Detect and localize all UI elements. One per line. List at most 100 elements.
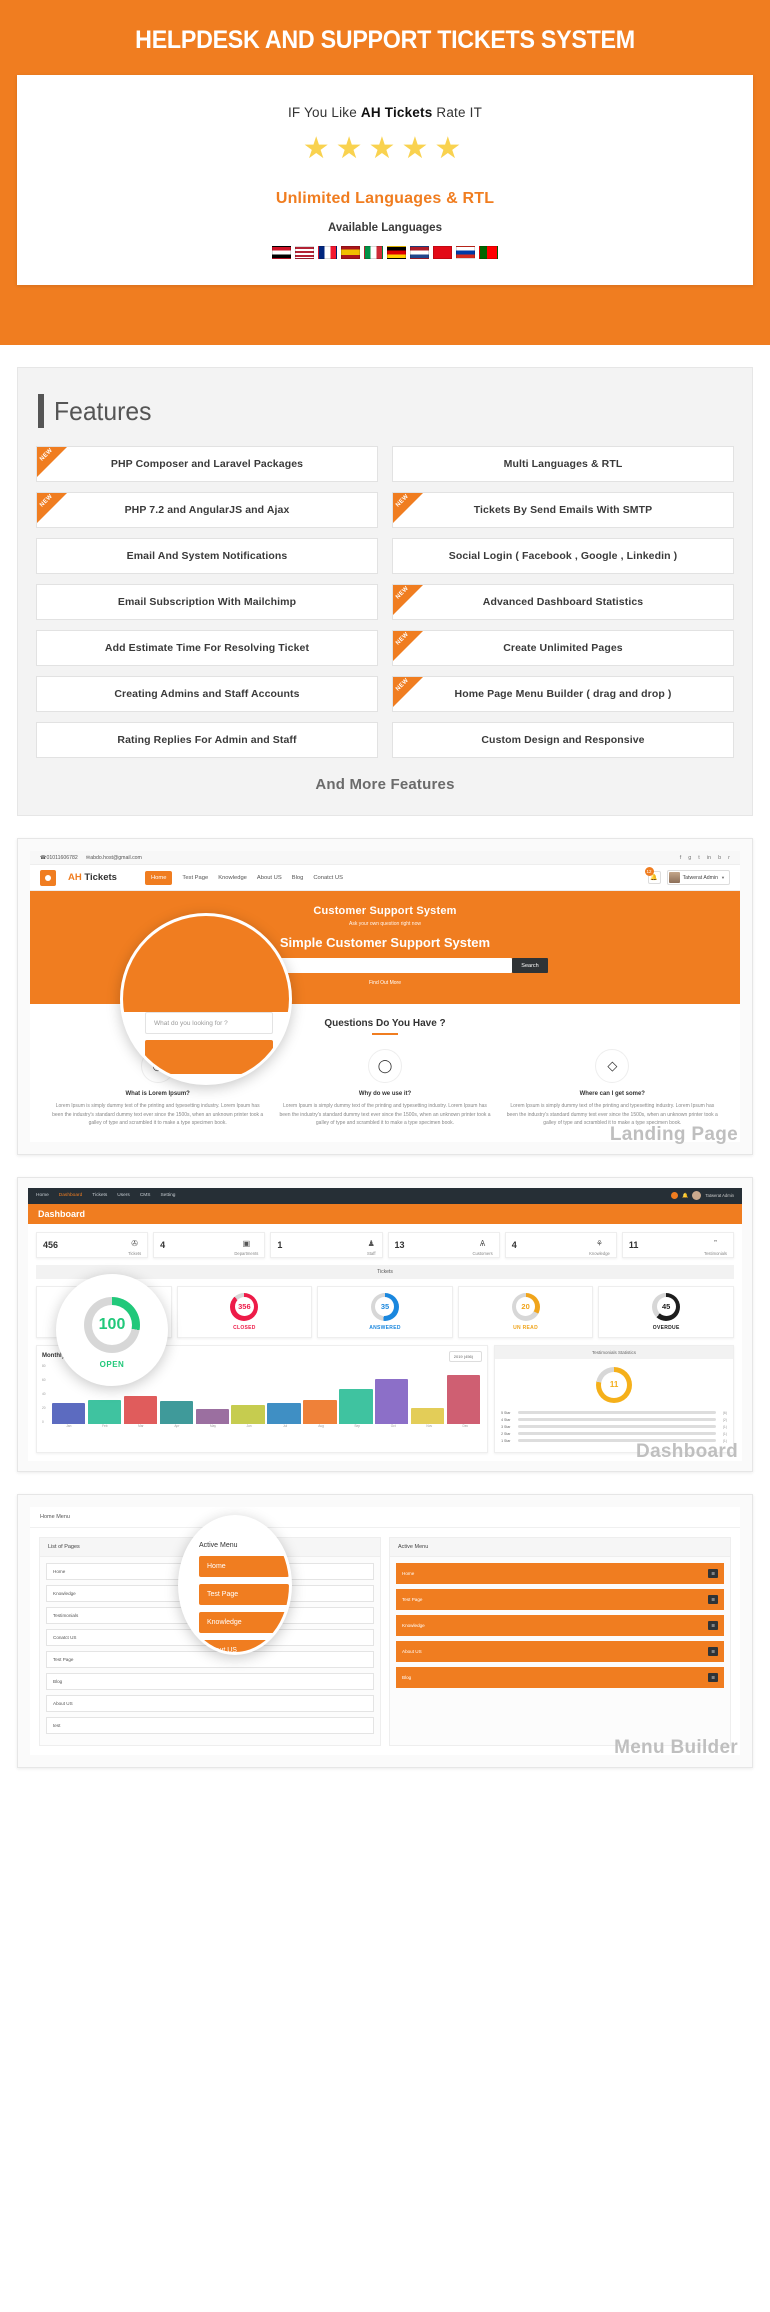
active-menu-item[interactable]: Test Page ☰ xyxy=(396,1588,724,1610)
social-icons[interactable]: f g t in b r xyxy=(680,855,730,861)
nav-item-knowledge[interactable]: Knowledge xyxy=(218,875,247,881)
active-menu-item[interactable]: Blog ☰ xyxy=(396,1666,724,1688)
brand-name: AH Tickets xyxy=(68,872,117,883)
drag-handle-icon[interactable]: ☰ xyxy=(708,1620,718,1630)
faq-card-title: Where can I get some? xyxy=(579,1091,645,1097)
drag-handle-icon[interactable]: ☰ xyxy=(708,1672,718,1682)
magnified-menu-item[interactable]: Home xyxy=(199,1555,289,1577)
dashboard-nav-tickets[interactable]: Tickets xyxy=(92,1193,107,1198)
star-icon[interactable]: ★ xyxy=(369,132,402,165)
feature-label: PHP Composer and Laravel Packages xyxy=(110,458,304,470)
active-menu-item[interactable]: About US ☰ xyxy=(396,1640,724,1662)
star-icon[interactable]: ★ xyxy=(401,132,434,165)
star-row-track xyxy=(518,1431,716,1436)
active-menu-item-label: Home xyxy=(402,1570,415,1576)
star-row-count: (1) xyxy=(722,1431,727,1436)
faq-card-body: Lorem Ipsum is simply dummy text of the … xyxy=(279,1103,491,1126)
landing-menu[interactable]: Home Test Page Knowledge About US Blog Conatc… xyxy=(144,870,343,885)
tickets-icon: ✇ xyxy=(131,1239,138,1248)
page-list-item[interactable]: test xyxy=(46,1716,374,1734)
feature-card: Custom Design and Responsive xyxy=(392,722,734,758)
feature-label: Creating Admins and Staff Accounts xyxy=(114,688,300,700)
star-icon[interactable]: ★ xyxy=(434,132,467,165)
rate-pre-text: IF You Like xyxy=(287,105,361,120)
flag-germany xyxy=(387,246,406,259)
page-list-item[interactable]: Blog xyxy=(46,1672,374,1690)
dashboard-showcase: Home Dashboard Tickets Users CMS Setting 🔔 Ta… xyxy=(17,1176,753,1472)
year-select[interactable]: 2019 (456) xyxy=(448,1350,483,1362)
feature-card: NEW PHP Composer and Laravel Packages xyxy=(36,446,378,482)
stat-value: 4 xyxy=(160,1239,166,1250)
rating-stars[interactable]: ★★★★★ xyxy=(17,134,753,164)
magnified-open-label: OPEN xyxy=(99,1359,125,1369)
star-row-track xyxy=(518,1424,716,1429)
dashboard-navbar[interactable]: Home Dashboard Tickets Users CMS Setting 🔔 Ta… xyxy=(28,1187,742,1204)
star-rating-row: 2 Star (1) xyxy=(501,1432,727,1436)
dashboard-nav-dashboard[interactable]: Dashboard xyxy=(59,1193,82,1198)
star-rating-row: 5 Star (6) xyxy=(501,1411,727,1415)
social-in-icon[interactable]: in xyxy=(707,855,711,861)
chart-x-axis: Jan Feb Mar Apr May Jun Jul Aug Sep Oct Nov Dec xyxy=(42,1424,482,1428)
dashboard-nav-setting[interactable]: Setting xyxy=(160,1193,175,1198)
drag-handle-icon[interactable]: ☰ xyxy=(708,1594,718,1604)
nav-item-home[interactable]: Home xyxy=(144,870,173,885)
status-donut-icon: 35 xyxy=(370,1292,399,1321)
search-button[interactable]: Search xyxy=(512,958,548,973)
dashboard-nav-users[interactable]: Users xyxy=(117,1193,130,1198)
magnified-menu-item[interactable]: Test Page xyxy=(199,1583,289,1605)
star-row-count: (6) xyxy=(722,1410,727,1415)
x-axis-label: Oct xyxy=(390,1423,396,1428)
flag-netherlands xyxy=(410,246,429,259)
nav-item-blog[interactable]: Blog xyxy=(292,875,304,881)
phone-text: ☎01011606782 xyxy=(40,854,78,861)
social-t-icon[interactable]: t xyxy=(698,855,700,861)
active-menu-item[interactable]: Home ☰ xyxy=(396,1562,724,1584)
star-icon[interactable]: ★ xyxy=(336,132,369,165)
username-label: Tatwerat Admin xyxy=(682,874,719,881)
magnified-search-input[interactable]: What do you looking for ? xyxy=(145,1012,273,1034)
flag-turkey xyxy=(433,246,452,259)
active-menu-list[interactable]: Home ☰ Test Page ☰ Knowledge ☰ About US ☰ Blog ☰ xyxy=(390,1557,730,1699)
page-list-item[interactable]: Test Page xyxy=(46,1650,374,1668)
nav-item-conatct-us[interactable]: Conatct US xyxy=(313,875,343,881)
stat-card: 4 ▣ Departments xyxy=(153,1231,266,1258)
staff-icon: ♟ xyxy=(367,1239,375,1248)
chart-bar xyxy=(195,1408,229,1424)
email-text: ✉abdo.host@gmail.com xyxy=(85,854,142,861)
dashboard-bell-icon[interactable]: 🔔 xyxy=(682,1193,688,1199)
active-menu-title: Active Menu xyxy=(390,1537,730,1557)
active-menu-item[interactable]: Knowledge ☰ xyxy=(396,1614,724,1636)
stat-card: 13 Ѧ Customers xyxy=(387,1231,500,1258)
star-icon[interactable]: ★ xyxy=(303,132,336,165)
page-list-item[interactable]: About US xyxy=(46,1694,374,1712)
testimonials-statistics-panel: Testimonials Statistics 11 5 Star (6) 4 St… xyxy=(494,1344,734,1453)
notification-badge: 12 xyxy=(644,867,654,876)
magnifier-orange-block xyxy=(145,1040,273,1074)
dashboard-nav-cms[interactable]: CMS xyxy=(140,1193,151,1198)
x-axis-label: May xyxy=(209,1423,216,1428)
drag-handle-icon[interactable]: ☰ xyxy=(708,1568,718,1578)
landing-navbar: AH Tickets Home Test Page Knowledge About U… xyxy=(30,865,740,891)
faq-card: ◯ Why do we use it? Lorem Ipsum is simply … xyxy=(279,1049,491,1128)
active-menu-column: Active Menu Home ☰ Test Page ☰ Knowledge ☰ Abo… xyxy=(389,1536,731,1746)
status-label: UN READ xyxy=(513,1324,539,1331)
social-f-icon[interactable]: f xyxy=(680,855,682,861)
nav-item-about-us[interactable]: About US xyxy=(257,875,282,881)
feature-card: NEW Home Page Menu Builder ( drag and dro… xyxy=(392,676,734,712)
chart-bar xyxy=(231,1404,265,1424)
notification-bell-icon[interactable]: 🔔 12 xyxy=(644,867,661,884)
nav-item-test-page[interactable]: Test Page xyxy=(182,875,208,881)
dashboard-username: Tatwerat Admin xyxy=(705,1193,734,1198)
magnified-menu-item[interactable]: Knowledge xyxy=(199,1611,289,1633)
menu-builder-head: Home Menu xyxy=(30,1507,740,1528)
user-menu[interactable]: Tatwerat Admin ▼ xyxy=(666,870,730,885)
x-axis-label: Mar xyxy=(138,1423,144,1428)
flag-portugal xyxy=(479,246,498,259)
social-g-icon[interactable]: g xyxy=(688,855,691,861)
dashboard-nav-home[interactable]: Home xyxy=(36,1193,49,1198)
landing-magnifier: What do you looking for ? xyxy=(120,913,292,1085)
social-b-icon[interactable]: b xyxy=(718,855,721,861)
social-r-icon[interactable]: r xyxy=(728,855,730,861)
drag-handle-icon[interactable]: ☰ xyxy=(708,1646,718,1656)
stat-label: Knowledge xyxy=(589,1251,610,1256)
